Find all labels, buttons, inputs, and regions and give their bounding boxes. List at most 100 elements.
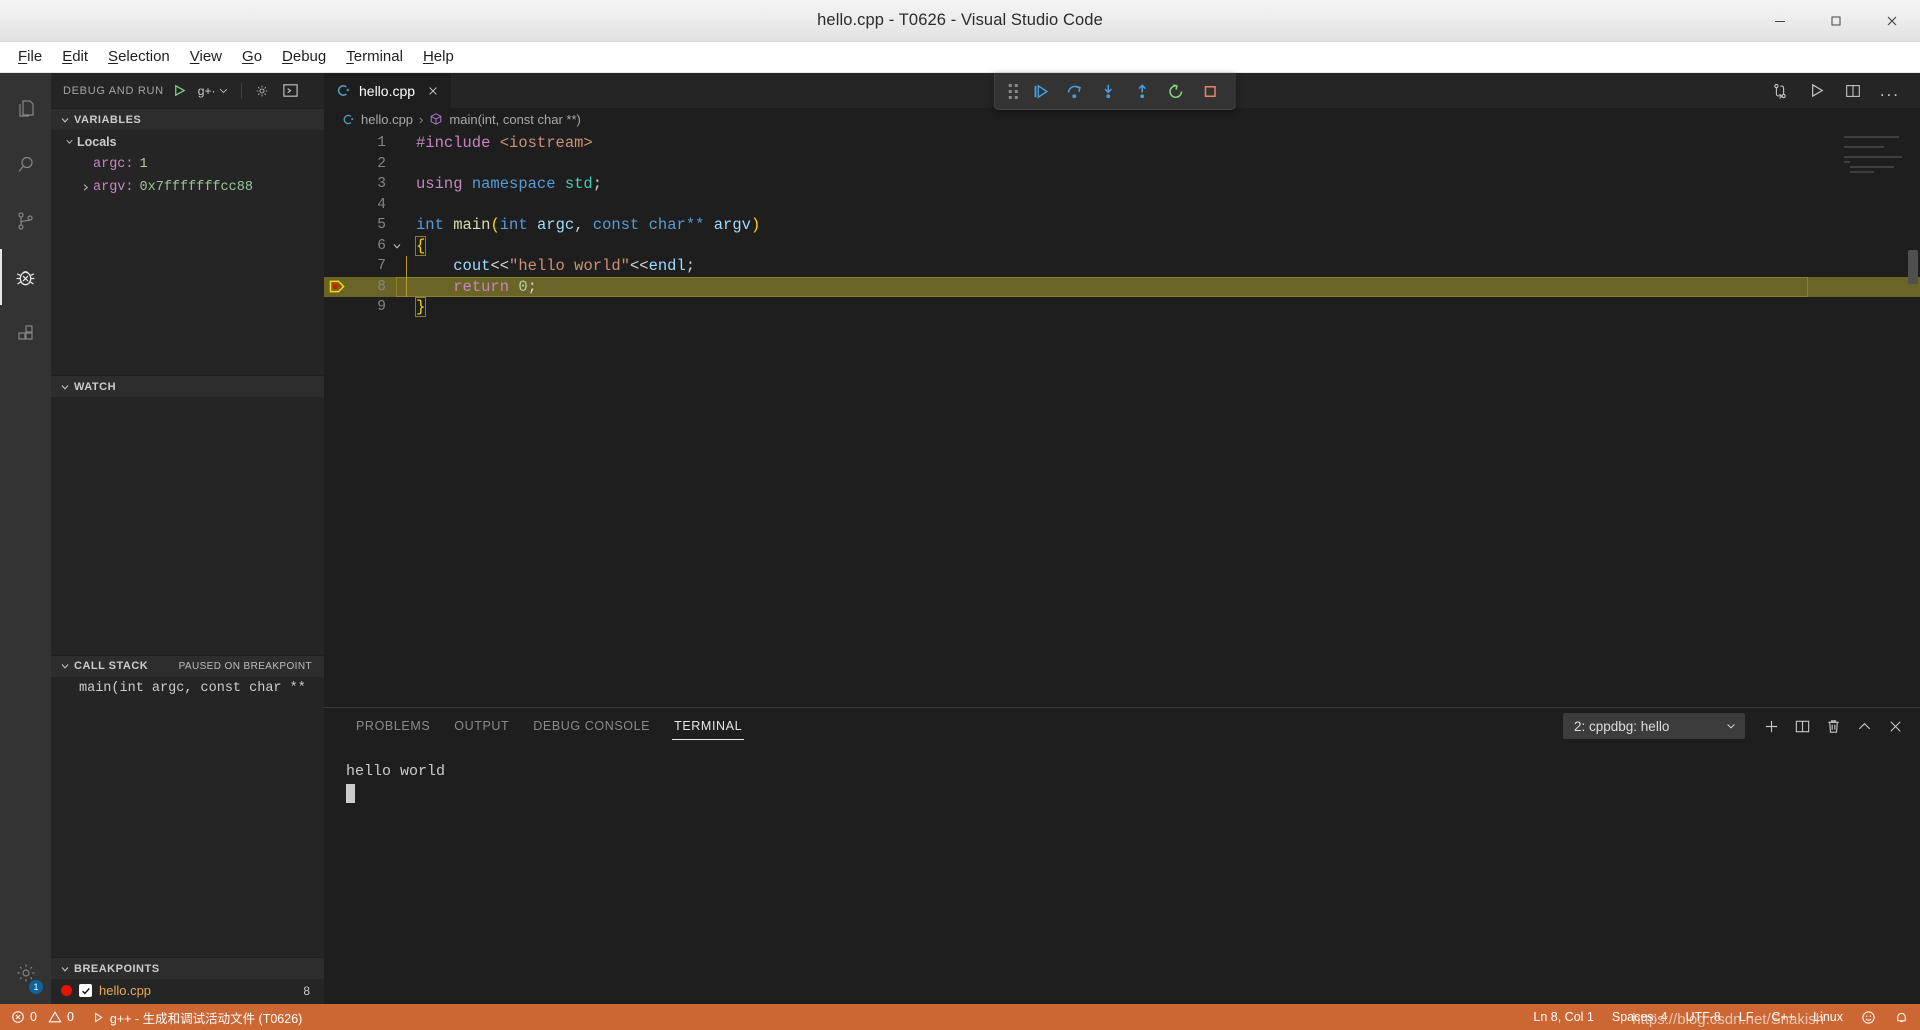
status-bar: 0 0 g++ - 生成和调试活动文件 (T0626) Ln 8, Col 1 … [0, 1004, 1920, 1030]
menu-go[interactable]: Go [232, 45, 272, 68]
panel-header: PROBLEMS OUTPUT DEBUG CONSOLE TERMINAL 2… [324, 708, 1920, 744]
plus-icon[interactable] [1763, 718, 1780, 735]
manage-badge: 1 [29, 980, 43, 994]
drag-handle-icon[interactable] [1003, 74, 1023, 108]
section-header-breakpoints[interactable]: BREAKPOINTS [51, 957, 324, 979]
chevron-right-icon[interactable] [77, 182, 93, 193]
status-language-mode[interactable]: C++ [1762, 1010, 1804, 1024]
trash-icon[interactable] [1825, 718, 1842, 735]
activity-extensions[interactable] [0, 305, 51, 361]
tab-label: hello.cpp [359, 82, 416, 99]
editor-scrollbar[interactable] [1908, 250, 1918, 284]
breakpoint-debug-pointer-icon[interactable] [324, 279, 350, 294]
menu-file[interactable]: FFileile [8, 45, 52, 68]
feedback-icon[interactable] [1852, 1010, 1885, 1025]
title-bar: hello.cpp - T0626 - Visual Studio Code [0, 0, 1920, 42]
status-eol[interactable]: LF [1730, 1010, 1763, 1024]
close-icon[interactable] [1887, 718, 1904, 735]
continue-button[interactable] [1023, 74, 1057, 108]
start-debugging-button[interactable] [170, 83, 189, 98]
variable-value: 0x7fffffffcc88 [139, 180, 253, 195]
menu-bar: FFileile Edit Selection View Go Debug Te… [0, 42, 1920, 73]
run-icon[interactable] [1807, 81, 1826, 100]
callstack-frame-row[interactable]: main(int argc, const char ** [51, 677, 324, 700]
activity-explorer[interactable] [0, 81, 51, 137]
editor-group: hello.cpp ... hello.cpp › main(int, cons… [324, 73, 1920, 1004]
menu-view[interactable]: View [180, 45, 232, 68]
breadcrumb-file[interactable]: hello.cpp [361, 112, 413, 127]
status-build-task[interactable]: g++ - 生成和调试活动文件 (T0626) [83, 1004, 311, 1030]
section-header-callstack[interactable]: CALL STACK PAUSED ON BREAKPOINT [51, 654, 324, 677]
status-encoding[interactable]: UTF-8 [1676, 1010, 1729, 1024]
step-out-button[interactable] [1125, 74, 1159, 108]
divider [241, 82, 243, 99]
breakpoint-checkbox[interactable] [79, 984, 92, 997]
chevron-down-icon [59, 660, 71, 672]
code-line-9: 9 } [324, 297, 1920, 318]
variables-scope-label: Locals [77, 134, 117, 149]
section-header-variables[interactable]: VARIABLES [51, 108, 324, 130]
open-launch-json-button[interactable] [251, 83, 273, 99]
split-terminal-icon[interactable] [1794, 718, 1811, 735]
debug-console-button[interactable] [279, 82, 302, 99]
breakpoint-file-label: hello.cpp [99, 983, 152, 998]
menu-debug[interactable]: Debug [272, 45, 336, 68]
tab-debug-console[interactable]: DEBUG CONSOLE [521, 708, 662, 744]
activity-run-and-debug[interactable] [0, 249, 51, 305]
sidebar-title-label: DEBUG AND RUN [63, 84, 164, 97]
line-number: 6 [377, 237, 386, 254]
menu-selection[interactable]: Selection [98, 45, 180, 68]
tab-output[interactable]: OUTPUT [442, 708, 521, 744]
tab-terminal[interactable]: TERMINAL [662, 708, 754, 744]
notifications-icon[interactable] [1885, 1010, 1918, 1025]
cpp-file-icon [342, 113, 355, 126]
terminal-select[interactable]: 2: cppdbg: hello [1563, 713, 1745, 739]
code-line-8-current: 8 return 0; [324, 276, 1920, 297]
line-number: 4 [377, 196, 386, 213]
debug-config-label: g+· [197, 83, 216, 98]
code-line-6: 6 { [324, 235, 1920, 257]
step-into-button[interactable] [1091, 74, 1125, 108]
tab-hello-cpp[interactable]: hello.cpp [324, 73, 453, 108]
play-icon [92, 1011, 105, 1024]
warning-count: 0 [66, 1010, 74, 1024]
variable-row-argc[interactable]: argc: 1 [51, 153, 324, 176]
restart-button[interactable] [1159, 74, 1193, 108]
activity-search[interactable] [0, 137, 51, 193]
status-indentation[interactable]: Spaces: 4 [1603, 1010, 1677, 1024]
more-actions-icon[interactable]: ... [1880, 82, 1900, 99]
minimap[interactable] [1844, 136, 1906, 182]
activity-manage[interactable]: 1 [0, 948, 51, 1004]
variables-scope-row[interactable]: Locals [51, 130, 324, 153]
activity-source-control[interactable] [0, 193, 51, 249]
line-number: 1 [377, 135, 386, 151]
debug-configuration-dropdown[interactable]: g+· [195, 82, 233, 100]
breadcrumb-symbol[interactable]: main(int, const char **) [449, 112, 581, 127]
watch-body [51, 397, 324, 655]
breakpoints-body: hello.cpp 8 [51, 979, 324, 1004]
current-line-border [396, 276, 1808, 297]
section-header-watch[interactable]: WATCH [51, 375, 324, 397]
tab-problems[interactable]: PROBLEMS [344, 708, 442, 744]
variable-row-argv[interactable]: argv: 0x7fffffffcc88 [51, 176, 324, 199]
line-number: 7 [377, 258, 386, 274]
status-cursor-position[interactable]: Ln 8, Col 1 [1524, 1010, 1602, 1024]
breakpoint-row[interactable]: hello.cpp 8 [51, 979, 324, 1002]
menu-edit[interactable]: Edit [52, 45, 98, 68]
fold-chevron-icon[interactable] [388, 240, 406, 252]
menu-help[interactable]: Help [413, 45, 464, 68]
indent-guide [406, 256, 407, 277]
menu-terminal[interactable]: Terminal [336, 45, 413, 68]
close-icon[interactable] [427, 85, 439, 97]
code-editor[interactable]: 1 #include <iostream> 2 3 using namespac… [324, 130, 1920, 707]
terminal-output[interactable]: hello world [324, 744, 1920, 1004]
status-remote-platform[interactable]: Linux [1804, 1010, 1852, 1024]
compare-changes-icon[interactable] [1771, 82, 1789, 100]
line-number: 9 [377, 299, 386, 315]
chevron-up-icon[interactable] [1856, 718, 1873, 735]
split-editor-icon[interactable] [1844, 82, 1862, 100]
debug-toolbar [993, 73, 1236, 110]
status-problems[interactable]: 0 0 [2, 1004, 83, 1030]
stop-button[interactable] [1193, 74, 1227, 108]
step-over-button[interactable] [1057, 74, 1091, 108]
